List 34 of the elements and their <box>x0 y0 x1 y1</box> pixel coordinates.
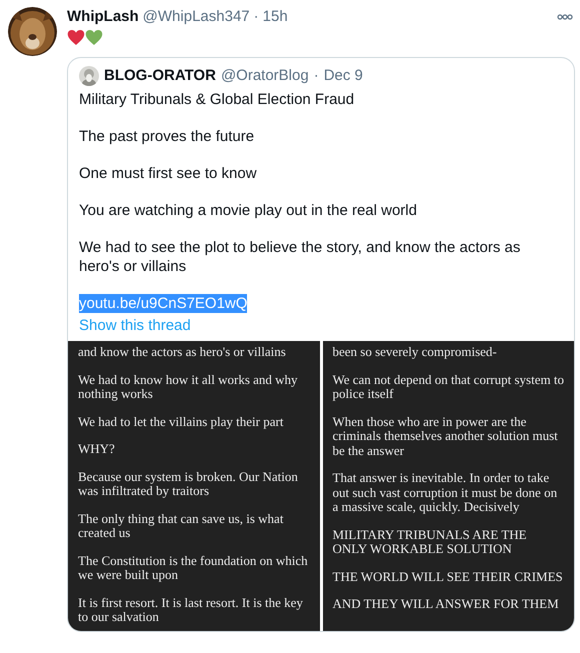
text-screenshot[interactable] <box>322 341 574 631</box>
separator-dot: · <box>254 7 259 27</box>
screenshot-paragraph: The only thing that can save us, is what created us <box>78 512 284 540</box>
show-thread-link[interactable]: Show this thread <box>68 316 574 335</box>
screenshot-paragraph: Because our system is broken. Our Nation was infiltrated by traitors <box>78 470 299 498</box>
screenshot-paragraph: When those who are in power are the criminals themselves another solution must be the answer <box>332 414 559 458</box>
separator-dot: · <box>314 66 319 86</box>
text-screenshot[interactable] <box>68 341 320 631</box>
screenshot-paragraph: That answer is inevitable. In order to take out such vast corruption it must be done on a massive scale, quickly. Decisively <box>332 471 558 514</box>
post-time[interactable]: 15h <box>262 7 288 27</box>
screenshot-paragraph: THE WORLD WILL SEE THEIR CRIMES <box>332 570 564 584</box>
tweet-paragraph: We had to see the plot to believe the story, and know the actors as hero's or villains <box>79 238 522 276</box>
screenshot-paragraph: We can not depend on that corrupt system to police itself <box>332 372 564 402</box>
user-name[interactable]: WhipLash <box>67 7 139 27</box>
tweet-paragraph: You are watching a movie play out in the real world <box>79 201 418 220</box>
screenshot-paragraph: It is first resort. It is last resort. It is the key to our salvation <box>78 596 304 624</box>
quoted-post-date[interactable]: Dec 9 <box>324 66 363 86</box>
screenshot-paragraph: MILITARY TRIBUNALS ARE THE ONLY WORKABLE SOLUTION <box>332 528 528 556</box>
quoted-user-name[interactable]: BLOG-ORATOR <box>104 66 216 86</box>
tweet-paragraph: The past proves the future <box>79 127 256 146</box>
more-options-icon[interactable] <box>557 14 573 20</box>
screenshot-paragraph: been so severely compromised- <box>332 345 498 360</box>
screenshot-paragraph: AND THEY WILL ANSWER FOR THEM <box>332 597 560 612</box>
screenshot-paragraph: We had to let the villains play their part <box>78 414 284 429</box>
tweet-paragraph: One must first see to know <box>79 164 258 183</box>
quoted-tweet-card[interactable] <box>67 57 575 632</box>
tweet-paragraph: Military Tribunals & Global Election Fraud <box>79 90 356 109</box>
tweet-link[interactable]: youtu.be/u9CnS7EO1wQ <box>79 294 248 313</box>
screenshot-paragraph: The Constitution is the foundation on which we were built upon <box>78 554 309 582</box>
screenshot-paragraph: and know the actors as hero's or villains <box>78 345 287 360</box>
user-handle[interactable]: @WhipLash347 <box>142 7 250 27</box>
screenshot-paragraph: WHY? <box>78 442 116 456</box>
screenshot-paragraph: We had to know how it all works and why nothing works <box>78 372 299 402</box>
quoted-user-handle[interactable]: @OratorBlog <box>220 66 309 86</box>
